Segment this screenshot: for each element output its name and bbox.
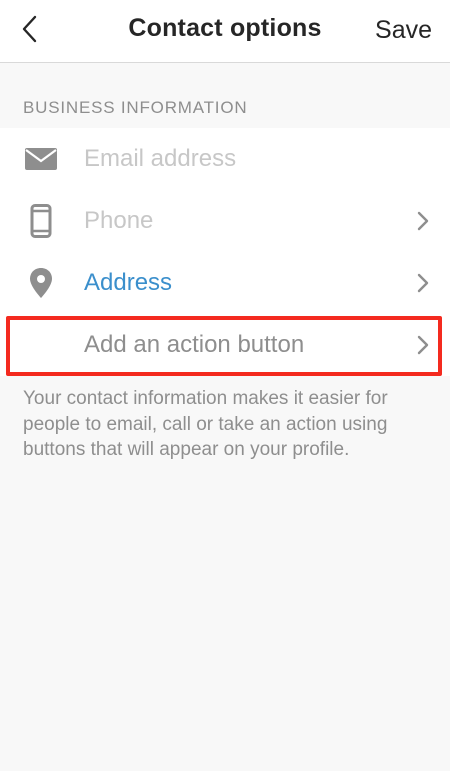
chevron-right-icon: [417, 335, 429, 355]
phone-icon: [22, 190, 60, 252]
add-action-button-label: Add an action button: [84, 331, 305, 358]
save-button[interactable]: Save: [375, 16, 432, 45]
chevron-right-icon: [417, 211, 429, 231]
email-address-row[interactable]: Email address: [0, 128, 450, 190]
navigation-bar: Contact options Save: [0, 0, 450, 63]
email-address-label: Email address: [84, 145, 237, 172]
location-pin-icon: [22, 252, 60, 314]
contact-options-list: Email address Phone Address Add an actio: [0, 128, 450, 376]
phone-label: Phone: [84, 207, 154, 234]
chevron-right-icon: [417, 273, 429, 293]
phone-row[interactable]: Phone: [0, 190, 450, 252]
envelope-icon: [22, 128, 60, 190]
address-row[interactable]: Address: [0, 252, 450, 314]
address-label: Address: [84, 269, 173, 296]
help-text: Your contact information makes it easier…: [23, 388, 388, 460]
section-header: BUSINESS INFORMATION: [23, 98, 248, 117]
add-action-button-row[interactable]: Add an action button: [0, 314, 450, 376]
